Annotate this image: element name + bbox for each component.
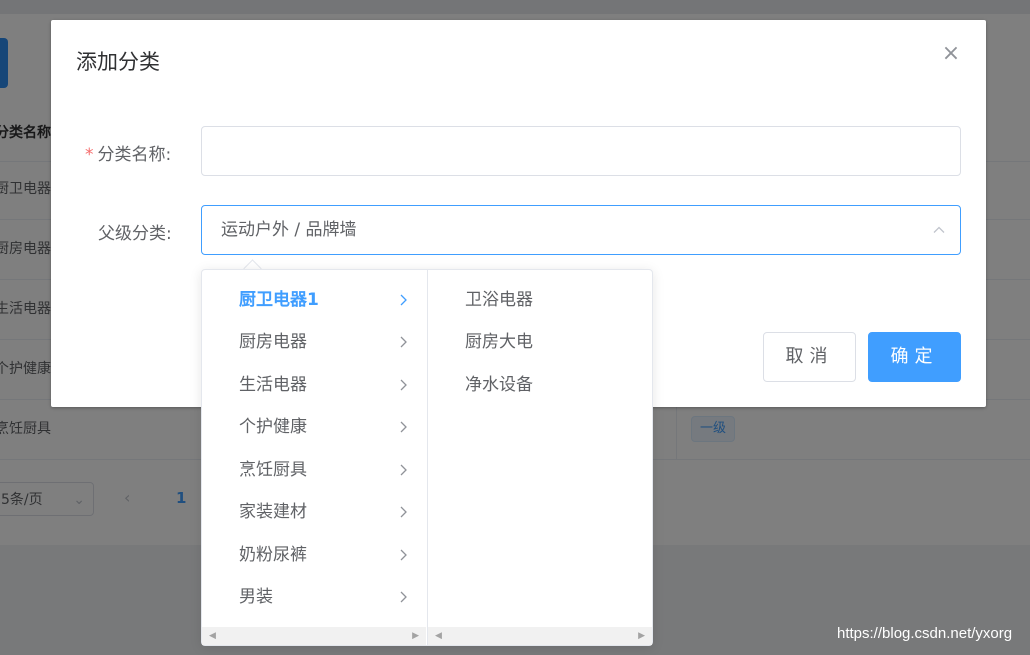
- scroll-left-icon[interactable]: ◀: [209, 627, 216, 645]
- chevron-right-icon: [400, 464, 407, 476]
- cascader-menu-level2: 卫浴电器 厨房大电 净水设备: [427, 270, 652, 645]
- option-label: 净水设备: [465, 375, 533, 395]
- parent-field-label: 父级分类:: [98, 224, 172, 244]
- option-label: 烹饪厨具: [239, 460, 307, 480]
- cascader-option[interactable]: 奶粉尿裤: [202, 534, 427, 576]
- cascader-menu-level1: 厨卫电器1 厨房电器 生活电器 个护健康 烹饪厨具 家装建材 奶粉尿裤 男装 ◀…: [202, 270, 428, 645]
- option-label: 生活电器: [239, 375, 307, 395]
- option-label: 个护健康: [239, 417, 307, 437]
- chevron-right-icon: [400, 506, 407, 518]
- chevron-right-icon: [400, 379, 407, 391]
- option-label: 男装: [239, 587, 273, 607]
- cascader-option[interactable]: 生活电器: [202, 364, 427, 406]
- chevron-right-icon: [400, 591, 407, 603]
- chevron-right-icon: [400, 421, 407, 433]
- chevron-right-icon: [400, 294, 407, 306]
- cascader-selected-value: 运动户外 / 品牌墙: [221, 220, 357, 240]
- confirm-button[interactable]: 确定: [868, 332, 961, 382]
- cascader-option[interactable]: 家装建材: [202, 491, 427, 533]
- chevron-right-icon: [400, 336, 407, 348]
- cascader-option[interactable]: 男装: [202, 576, 427, 618]
- scroll-left-icon[interactable]: ◀: [435, 627, 442, 645]
- cascader-option[interactable]: 厨房大电: [427, 321, 652, 363]
- watermark-url: https://blog.csdn.net/yxorg: [837, 625, 1013, 642]
- chevron-up-icon: [933, 226, 945, 233]
- cascader-option[interactable]: 烹饪厨具: [202, 449, 427, 491]
- cascader-option[interactable]: 厨卫电器1: [202, 279, 427, 321]
- category-name-input[interactable]: [201, 126, 961, 176]
- horizontal-scrollbar[interactable]: ◀ ▶: [428, 627, 652, 645]
- option-label: 卫浴电器: [465, 290, 533, 310]
- chevron-right-icon: [400, 549, 407, 561]
- parent-category-cascader[interactable]: 运动户外 / 品牌墙: [201, 205, 961, 255]
- cascader-option[interactable]: 厨房电器: [202, 321, 427, 363]
- option-label: 厨卫电器1: [239, 290, 319, 310]
- horizontal-scrollbar[interactable]: ◀ ▶: [202, 627, 426, 645]
- required-star: *: [85, 145, 94, 165]
- cascader-option[interactable]: 净水设备: [427, 364, 652, 406]
- cascader-option[interactable]: 个护健康: [202, 406, 427, 448]
- cancel-button[interactable]: 取消: [763, 332, 856, 382]
- scroll-right-icon[interactable]: ▶: [638, 627, 645, 645]
- name-field-label: * 分类名称:: [85, 140, 171, 165]
- option-label: 家装建材: [239, 502, 307, 522]
- cascader-option[interactable]: 卫浴电器: [427, 279, 652, 321]
- scroll-right-icon[interactable]: ▶: [412, 627, 419, 645]
- option-label: 厨房大电: [465, 332, 533, 352]
- name-label-text: 分类名称:: [97, 145, 172, 165]
- close-icon[interactable]: ×: [941, 43, 961, 65]
- dialog-title: 添加分类: [76, 50, 160, 74]
- cascader-dropdown: 厨卫电器1 厨房电器 生活电器 个护健康 烹饪厨具 家装建材 奶粉尿裤 男装 ◀…: [201, 269, 653, 646]
- option-label: 奶粉尿裤: [239, 545, 307, 565]
- option-label: 厨房电器: [239, 332, 307, 352]
